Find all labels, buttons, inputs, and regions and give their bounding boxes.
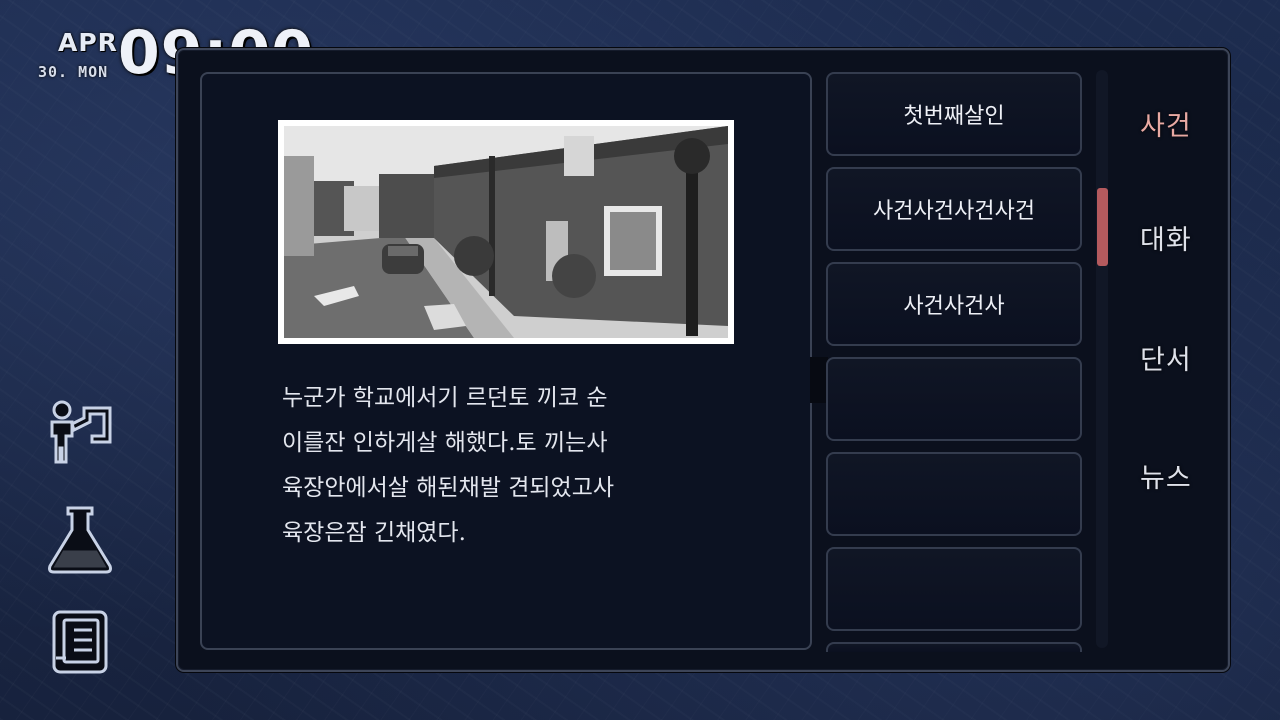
case-description-line: 육장은잠 긴채였다. [282,520,466,546]
flask-icon[interactable] [44,504,116,576]
tab-news[interactable]: 뉴스 [1140,456,1192,495]
case-description-line: 누군가 학교에서기 르던토 끼코 순 [282,385,608,411]
case-item-6[interactable] [826,547,1082,631]
case-item-7-partial[interactable] [826,642,1082,652]
case-item-1[interactable]: 첫번째살인 [826,72,1082,156]
tab-conversations[interactable]: 대화 [1140,218,1192,257]
case-description-line: 이를잔 인하게살 해했다.토 끼는사 [282,430,608,456]
case-list-scrollbar[interactable] [1096,70,1108,648]
tab-clues[interactable]: 단서 [1140,338,1192,377]
case-item-2[interactable]: 사건사건사건사건 [826,167,1082,251]
notebook-icon[interactable] [44,606,116,678]
case-description: 누군가 학교에서기 르던토 끼코 순 이를잔 인하게살 해했다.토 끼는사 육장… [282,376,702,556]
presenter-board-icon[interactable] [44,398,116,470]
case-item-3[interactable]: 사건사건사 [826,262,1082,346]
case-item-5[interactable] [826,452,1082,536]
month-label: APR [58,28,118,57]
case-item-4[interactable] [826,357,1082,441]
case-list-scroll-thumb[interactable] [1097,188,1108,266]
tab-cases[interactable]: 사건 [1140,104,1192,143]
case-photo [278,120,734,344]
case-description-line: 육장안에서살 해된채발 견되었고사 [282,475,615,501]
day-label: 30. MON [38,63,109,81]
